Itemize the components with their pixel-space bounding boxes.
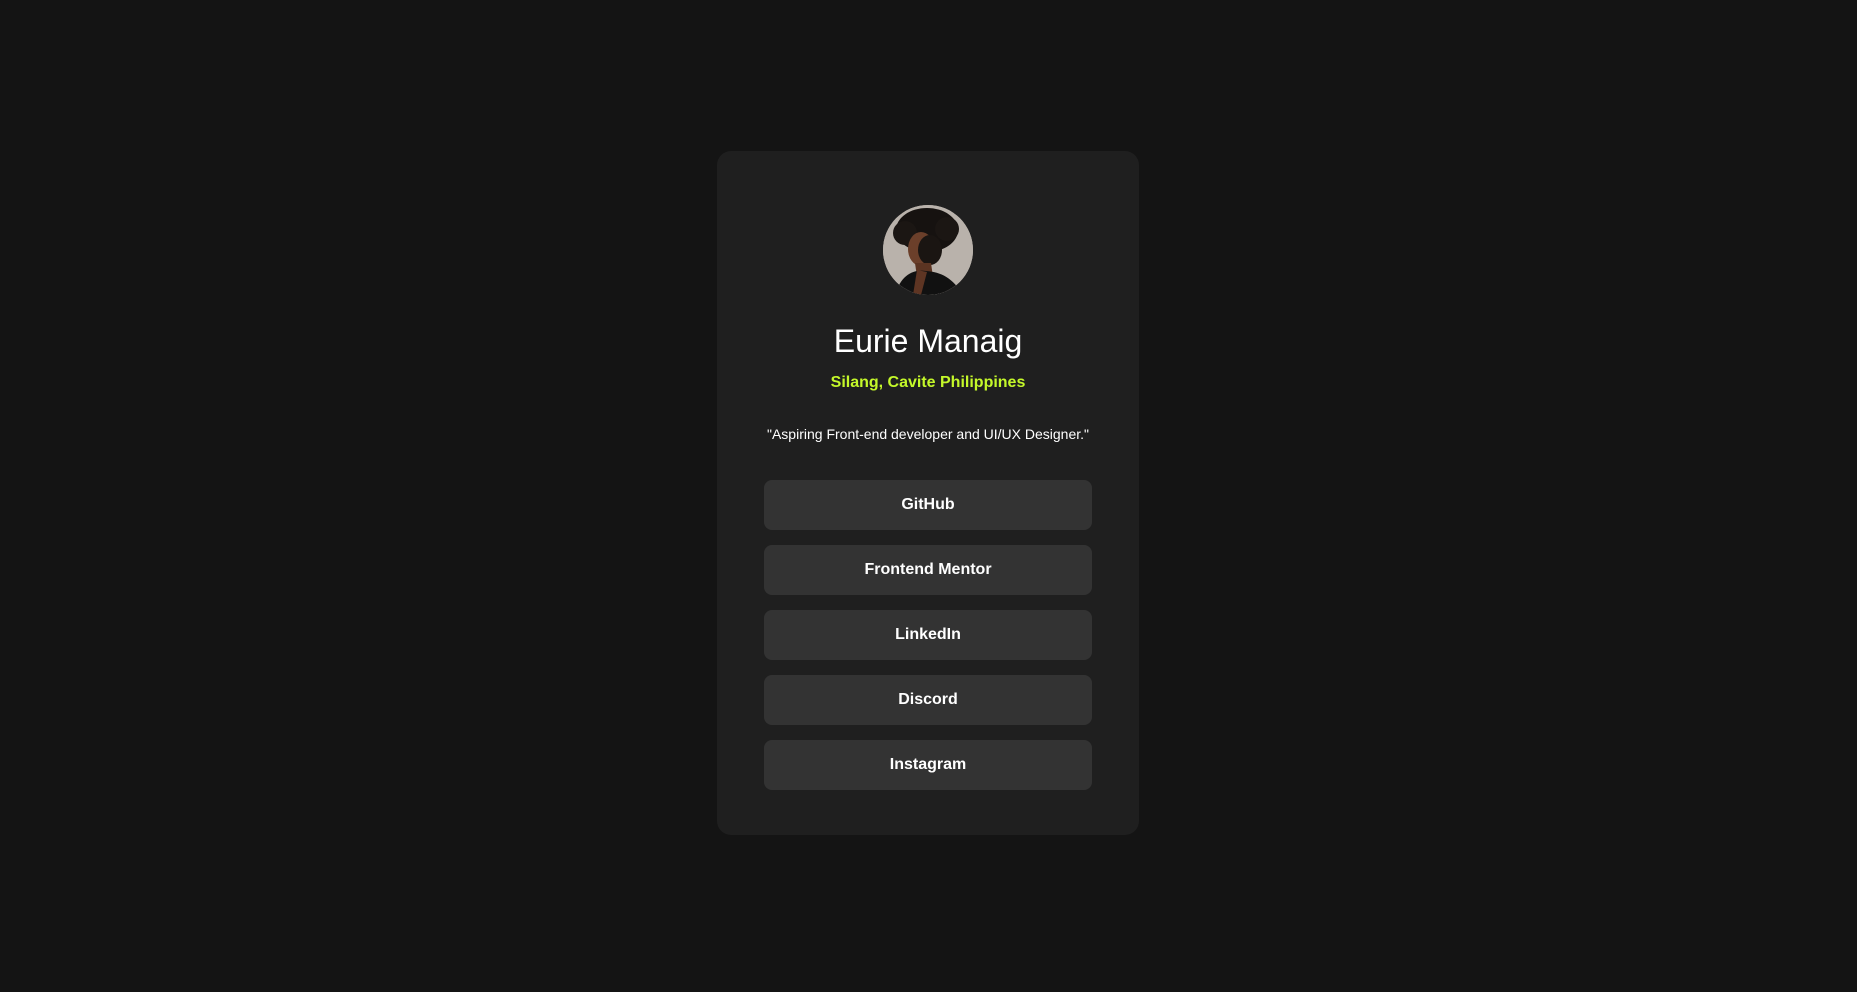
social-links: GitHub Frontend Mentor LinkedIn Discord …: [764, 480, 1092, 790]
frontend-mentor-link-button[interactable]: Frontend Mentor: [764, 545, 1092, 595]
linkedin-link-button[interactable]: LinkedIn: [764, 610, 1092, 660]
avatar-photo: [883, 205, 973, 295]
avatar: [883, 205, 973, 295]
profile-bio: "Aspiring Front-end developer and UI/UX …: [767, 426, 1089, 442]
profile-name: Eurie Manaig: [833, 323, 1023, 359]
github-link-button[interactable]: GitHub: [764, 480, 1092, 530]
discord-link-button[interactable]: Discord: [764, 675, 1092, 725]
profile-card: Eurie Manaig Silang, Cavite Philippines …: [717, 151, 1139, 835]
profile-location: Silang, Cavite Philippines: [830, 374, 1026, 391]
instagram-link-button[interactable]: Instagram: [764, 740, 1092, 790]
